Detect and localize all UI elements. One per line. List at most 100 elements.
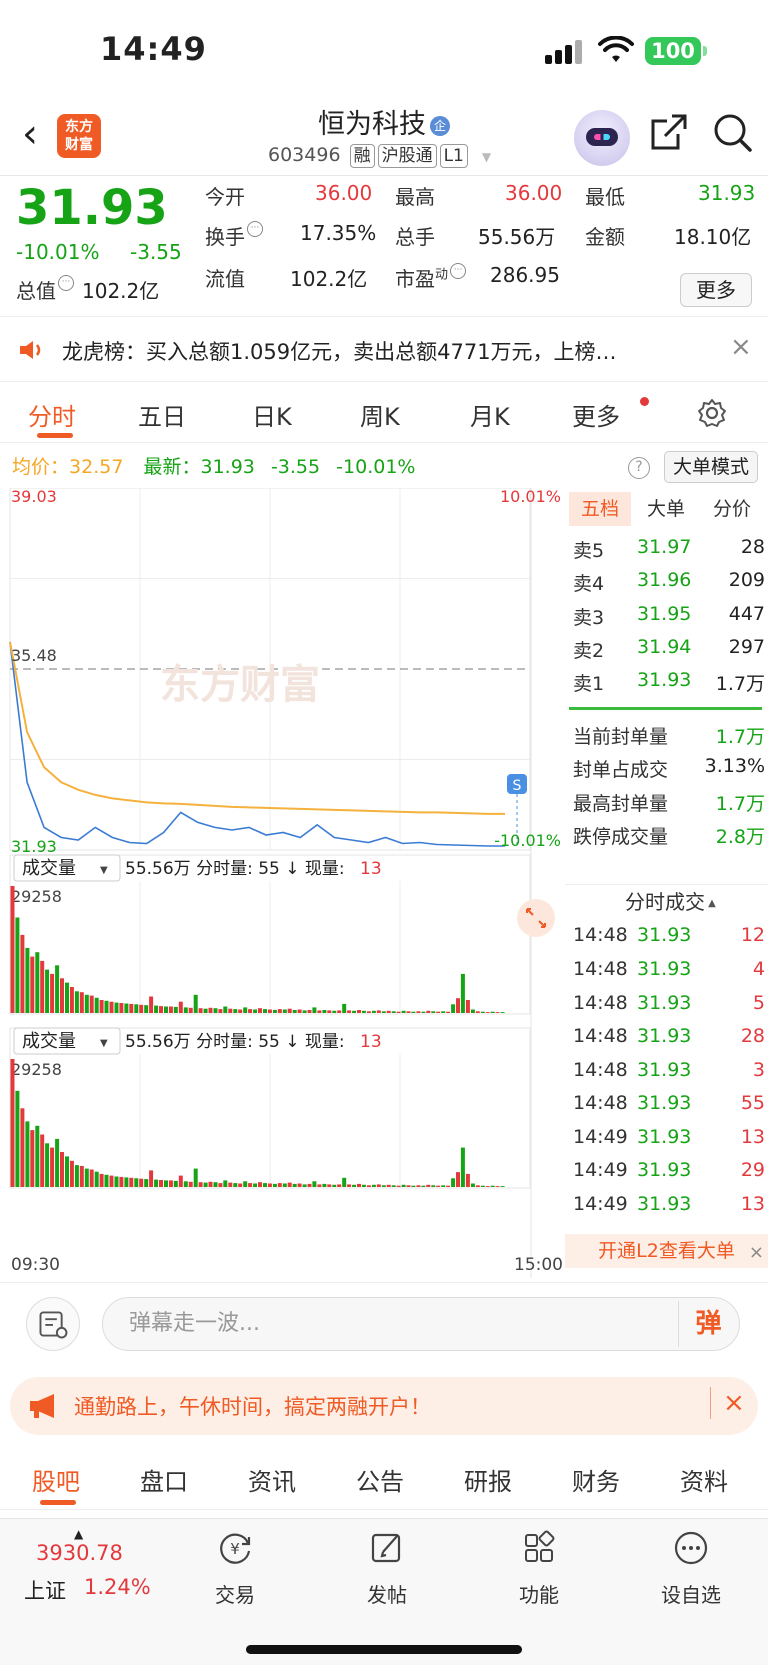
more-dots-icon <box>674 1531 708 1565</box>
volume-bar <box>446 1011 451 1013</box>
volume-bar <box>208 1181 213 1187</box>
tab-news[interactable]: 资讯 <box>248 1462 296 1497</box>
total-value: 102.2亿 <box>82 279 160 303</box>
volume-bar <box>183 1181 188 1187</box>
tab-daily-k[interactable]: 日K <box>252 397 292 432</box>
volume-bar <box>381 1011 386 1013</box>
tab-research[interactable]: 研报 <box>464 1462 512 1497</box>
volume-bar <box>465 1000 470 1013</box>
gear-icon[interactable] <box>697 398 727 428</box>
volume-bar <box>168 1006 173 1013</box>
danmu-send-button[interactable]: 弹 <box>678 1301 738 1347</box>
share-icon[interactable] <box>648 112 690 154</box>
tab-announcements[interactable]: 公告 <box>356 1462 404 1497</box>
megaphone-icon <box>30 1394 54 1418</box>
latest-value: 31.93 <box>200 456 255 478</box>
volume-bar <box>30 1130 35 1187</box>
post-label: 发帖 <box>367 1583 407 1607</box>
volume-bar <box>416 1185 421 1187</box>
tab-more[interactable]: 更多 <box>572 397 620 432</box>
volume-bar <box>188 1181 193 1187</box>
tab-financials[interactable]: 财务 <box>572 1462 620 1497</box>
search-icon[interactable] <box>712 112 754 154</box>
promo-banner[interactable]: 通勤路上，午休时间，搞定两融开户！ × <box>10 1377 758 1435</box>
tab-monthly-k[interactable]: 月K <box>470 397 510 432</box>
volume-bar <box>277 1183 282 1187</box>
tab-five-day[interactable]: 五日 <box>138 397 186 432</box>
active-tab-underline <box>37 433 73 438</box>
close-icon[interactable]: × <box>730 332 752 362</box>
marker-s[interactable]: S <box>507 774 527 794</box>
volume-bar <box>40 1134 45 1187</box>
volume-bar <box>208 1007 213 1013</box>
volume-bar <box>272 1010 277 1013</box>
svg-text:¥: ¥ <box>230 1540 240 1558</box>
volume-bar <box>114 1002 119 1013</box>
post-button[interactable]: 发帖 <box>342 1529 432 1608</box>
volume-bar <box>342 1003 347 1013</box>
volume-bar <box>164 1006 168 1013</box>
big-order-mode-button[interactable]: 大单模式 <box>664 451 758 483</box>
volume-bar <box>431 1011 436 1013</box>
volume-bar <box>322 1183 327 1187</box>
chart-legend: 均价：32.57 最新：31.93 -3.55 -10.01% <box>12 452 415 479</box>
tab-price-dist[interactable]: 分价 <box>701 492 763 526</box>
volume-bar <box>69 987 74 1013</box>
notice-bar[interactable]: 龙虎榜：买入总额1.059亿元，卖出总额4771万元，上榜… × <box>0 318 768 382</box>
tab-weekly-k[interactable]: 周K <box>360 397 400 432</box>
volume-bar <box>65 1156 69 1187</box>
float-value-label: 流值 <box>205 267 245 291</box>
volume-bar <box>441 1011 446 1013</box>
volume-bar <box>352 1010 357 1013</box>
volume-bar <box>218 1009 223 1013</box>
tab-intraday[interactable]: 分时 <box>28 397 76 432</box>
home-indicator <box>246 1645 522 1654</box>
info-icon[interactable]: ··· <box>58 275 74 291</box>
volume-bar <box>89 995 94 1013</box>
volume-bar <box>183 1007 188 1013</box>
tag-level: L1 <box>439 144 468 168</box>
tab-profile[interactable]: 资料 <box>680 1462 728 1497</box>
l2-promo-button[interactable]: 开通L2查看大单 × <box>565 1234 768 1268</box>
close-icon[interactable]: × <box>749 1236 764 1270</box>
more-button[interactable]: 更多 <box>680 273 752 307</box>
intraday-chart[interactable]: 东方财富 39.03 35.48 31.93 10.01% -10.01% S … <box>0 488 565 1278</box>
volume-bar <box>94 1171 99 1187</box>
content-tabs: 股吧 盘口 资讯 公告 研报 财务 资料 <box>0 1448 768 1510</box>
watermark: 东方财富 <box>160 662 320 708</box>
volume-bar <box>490 1011 495 1013</box>
trade-button[interactable]: ¥ 交易 <box>190 1529 280 1608</box>
volume-bar <box>159 1180 163 1187</box>
volume-bar <box>173 1006 178 1013</box>
close-icon[interactable]: × <box>710 1387 745 1419</box>
volume-bar <box>79 992 84 1013</box>
chevron-down-icon[interactable]: ▼ <box>482 150 491 164</box>
promo-text: 通勤路上，午休时间，搞定两融开户！ <box>74 1395 431 1419</box>
stock-code-line[interactable]: 603496 融沪股通 L1 ▼ <box>268 144 491 168</box>
volume-bar <box>267 1183 272 1187</box>
volume-bar <box>124 1177 129 1187</box>
tab-forum[interactable]: 股吧 <box>32 1462 80 1497</box>
tab-five-levels[interactable]: 五档 <box>569 492 631 526</box>
danmu-input[interactable]: 弹幕走一波... <box>102 1297 740 1351</box>
danmu-settings-icon[interactable] <box>26 1297 80 1351</box>
info-icon[interactable]: ··· <box>450 263 467 279</box>
total-value-label: 总值 <box>16 279 56 303</box>
ask-row: 卖5 31.97 28 <box>573 536 765 562</box>
help-icon[interactable]: ? <box>628 457 650 479</box>
tab-big-orders[interactable]: 大单 <box>635 492 697 526</box>
functions-button[interactable]: 功能 <box>494 1529 584 1608</box>
expand-icon[interactable] <box>517 899 555 937</box>
pe-label: 市盈 <box>395 267 435 291</box>
volume-bar <box>411 1011 416 1013</box>
volume-bar <box>441 1185 446 1187</box>
volume-bar <box>238 1183 243 1187</box>
info-icon[interactable]: ··· <box>247 221 263 237</box>
volume-bar <box>154 1005 159 1013</box>
trades-title[interactable]: 分时成交 <box>625 886 716 915</box>
volume-bar <box>456 1172 460 1187</box>
volume-bar <box>99 1000 104 1013</box>
ai-assistant-avatar[interactable] <box>574 110 630 166</box>
watchlist-button[interactable]: 设自选 <box>646 1529 736 1608</box>
tab-market-depth[interactable]: 盘口 <box>140 1462 188 1497</box>
